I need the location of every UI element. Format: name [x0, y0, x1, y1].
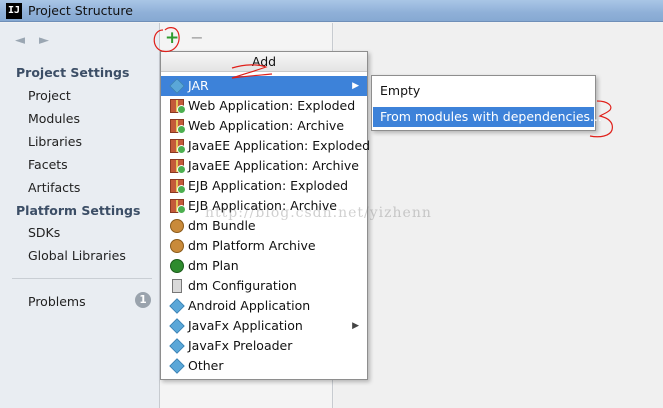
window-titlebar: IJ Project Structure	[0, 0, 663, 22]
gift-icon	[170, 179, 186, 194]
menu-item[interactable]: dm Configuration	[161, 276, 367, 296]
menu-item[interactable]: Other	[161, 356, 367, 376]
platform-settings-title: Platform Settings	[16, 203, 141, 218]
problems-count-badge: 1	[135, 292, 151, 308]
menu-item[interactable]: JAR ▶	[161, 76, 367, 96]
gift-icon	[170, 199, 186, 214]
menu-item-label: JavaFx Preloader	[188, 338, 293, 353]
menu-item[interactable]: Android Application	[161, 296, 367, 316]
gift-icon	[170, 99, 186, 114]
menu-item-label: Other	[188, 358, 224, 373]
project-structure-sidebar: ◄ ► Project Settings Project Modules Lib…	[0, 23, 160, 408]
diamond-icon	[169, 78, 185, 94]
menu-item[interactable]: Web Application: Archive	[161, 116, 367, 136]
submenu-arrow-icon: ▶	[352, 81, 359, 91]
menu-item-label: Web Application: Archive	[188, 118, 345, 133]
sidebar-item-global-libraries[interactable]: Global Libraries	[28, 248, 126, 263]
gift-icon	[170, 119, 186, 134]
add-menu-header: Add	[161, 52, 367, 72]
jar-submenu: Empty From modules with dependencies...	[371, 75, 602, 131]
sidebar-divider	[12, 278, 152, 279]
project-settings-title: Project Settings	[16, 65, 130, 80]
plan-icon	[170, 259, 184, 273]
submenu-item-from-modules[interactable]: From modules with dependencies...	[373, 107, 602, 127]
sidebar-item-libraries[interactable]: Libraries	[28, 134, 82, 149]
diamond-icon	[169, 318, 185, 334]
gift-icon	[170, 159, 186, 174]
add-button[interactable]: +	[165, 30, 179, 47]
sidebar-item-modules[interactable]: Modules	[28, 111, 80, 126]
menu-item[interactable]: EJB Application: Archive	[161, 196, 367, 216]
menu-item[interactable]: dm Plan	[161, 256, 367, 276]
arrow-left-icon[interactable]: ◄	[12, 33, 28, 49]
sidebar-item-problems[interactable]: Problems	[28, 294, 86, 309]
diamond-icon	[169, 298, 185, 314]
menu-item-label: dm Bundle	[188, 218, 256, 233]
arrow-right-icon[interactable]: ►	[36, 33, 52, 49]
menu-item-label: dm Platform Archive	[188, 238, 316, 253]
sidebar-item-artifacts[interactable]: Artifacts	[28, 180, 80, 195]
menu-item-label: dm Plan	[188, 258, 239, 273]
document-icon	[172, 279, 182, 293]
sidebar-item-facets[interactable]: Facets	[28, 157, 68, 172]
menu-item-label: JavaEE Application: Exploded	[188, 138, 371, 153]
menu-item-label: Web Application: Exploded	[188, 98, 356, 113]
menu-item[interactable]: JavaEE Application: Archive	[161, 156, 367, 176]
menu-item-label: JavaEE Application: Archive	[188, 158, 359, 173]
menu-item[interactable]: JavaFx Application ▶	[161, 316, 367, 336]
menu-item-label: JAR	[188, 78, 209, 93]
menu-item[interactable]: dm Platform Archive	[161, 236, 367, 256]
menu-item-label: dm Configuration	[188, 278, 297, 293]
menu-item[interactable]: EJB Application: Exploded	[161, 176, 367, 196]
sidebar-item-sdks[interactable]: SDKs	[28, 225, 60, 240]
window-title: Project Structure	[28, 3, 133, 18]
diamond-icon	[169, 358, 185, 374]
submenu-item-empty[interactable]: Empty	[373, 81, 594, 101]
diamond-icon	[169, 338, 185, 354]
menu-item[interactable]: JavaFx Preloader	[161, 336, 367, 356]
menu-item-label: EJB Application: Archive	[188, 198, 337, 213]
menu-item-label: Android Application	[188, 298, 311, 313]
bundle-icon	[170, 219, 184, 233]
gift-icon	[170, 139, 186, 154]
menu-item[interactable]: dm Bundle	[161, 216, 367, 236]
bundle-icon	[170, 239, 184, 253]
menu-item-label: EJB Application: Exploded	[188, 178, 349, 193]
add-artifact-menu: Add JAR ▶ Web Application: Exploded Web App…	[160, 51, 371, 380]
intellij-app-icon: IJ	[6, 3, 22, 19]
sidebar-item-project[interactable]: Project	[28, 88, 71, 103]
menu-item[interactable]: JavaEE Application: Exploded	[161, 136, 371, 156]
remove-button[interactable]: −	[190, 30, 204, 46]
submenu-arrow-icon: ▶	[352, 321, 359, 331]
menu-item-label: JavaFx Application	[188, 318, 303, 333]
menu-item[interactable]: Web Application: Exploded	[161, 96, 367, 116]
